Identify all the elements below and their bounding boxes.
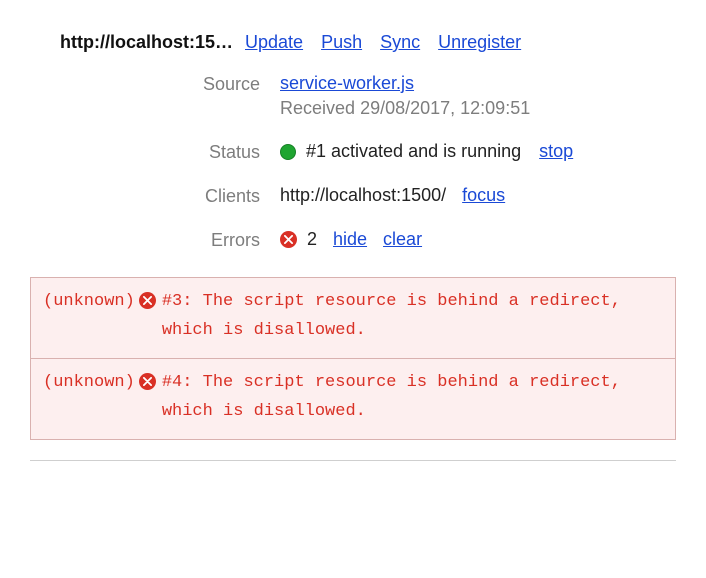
hide-errors-link[interactable]: hide — [333, 229, 367, 250]
clients-label: Clients — [30, 185, 280, 207]
header-actions: Update Push Sync Unregister — [245, 32, 521, 53]
focus-link[interactable]: focus — [462, 185, 505, 206]
error-icon — [139, 373, 156, 390]
errors-value: 2 hide clear — [280, 229, 676, 250]
push-link[interactable]: Push — [321, 32, 362, 53]
client-url: http://localhost:1500/ — [280, 185, 446, 206]
error-icon — [139, 292, 156, 309]
service-worker-panel: http://localhost:15… Update Push Sync Un… — [0, 0, 706, 461]
details-grid: Source service-worker.js Received 29/08/… — [30, 73, 676, 251]
source-file-link[interactable]: service-worker.js — [280, 73, 414, 93]
error-item: (unknown) #3: The script resource is beh… — [31, 278, 675, 359]
status-text: #1 activated and is running — [306, 141, 521, 162]
error-message: #3: The script resource is behind a redi… — [162, 288, 663, 346]
source-label: Source — [30, 73, 280, 95]
error-count: 2 — [307, 229, 317, 250]
errors-label: Errors — [30, 229, 280, 251]
sync-link[interactable]: Sync — [380, 32, 420, 53]
divider — [30, 460, 676, 461]
status-value: #1 activated and is running stop — [280, 141, 676, 162]
error-list: (unknown) #3: The script resource is beh… — [30, 277, 676, 440]
received-timestamp: 29/08/2017, 12:09:51 — [360, 98, 530, 118]
error-message: #4: The script resource is behind a redi… — [162, 369, 663, 427]
source-value: service-worker.js Received 29/08/2017, 1… — [280, 73, 676, 119]
error-source: (unknown) — [43, 288, 135, 317]
worker-url: http://localhost:15… — [60, 32, 233, 53]
source-received: Received 29/08/2017, 12:09:51 — [280, 98, 676, 119]
stop-link[interactable]: stop — [539, 141, 573, 162]
status-label: Status — [30, 141, 280, 163]
clear-errors-link[interactable]: clear — [383, 229, 422, 250]
clients-value: http://localhost:1500/ focus — [280, 185, 676, 206]
received-label: Received — [280, 98, 355, 118]
header-row: http://localhost:15… Update Push Sync Un… — [60, 32, 676, 53]
status-dot-icon — [280, 144, 296, 160]
error-item: (unknown) #4: The script resource is beh… — [31, 359, 675, 439]
update-link[interactable]: Update — [245, 32, 303, 53]
error-source: (unknown) — [43, 369, 135, 398]
unregister-link[interactable]: Unregister — [438, 32, 521, 53]
error-icon — [280, 231, 297, 248]
